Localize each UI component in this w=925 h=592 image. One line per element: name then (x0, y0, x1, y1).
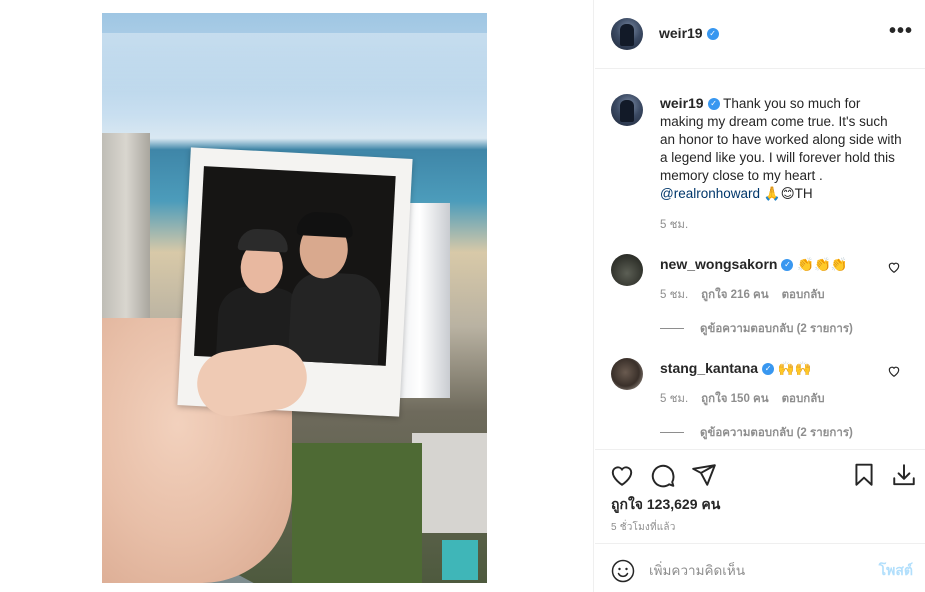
author-username-header[interactable]: weir19 ✓ (659, 25, 719, 41)
comment-time: 5 ชม. (660, 289, 689, 301)
comment-text: 🙌🙌 (777, 361, 812, 376)
add-comment-bar: โพสต์ (595, 543, 925, 592)
comment-meta: 5 ชม. ถูกใจ 150 คน ตอบกลับ (660, 390, 838, 408)
comment-text: 👏👏👏 (797, 257, 848, 272)
post-side-panel: weir19 ✓ ••• weir19 ✓ Thank you so much fo… (595, 0, 925, 592)
post-comment-button[interactable]: โพสต์ (879, 560, 913, 582)
comment-like-heart-icon[interactable] (887, 260, 901, 274)
comment-time: 5 ชม. (660, 393, 689, 405)
caption-timestamp: 5 ชม. (660, 219, 689, 231)
likes-count[interactable]: ถูกใจ 123,629 คน (611, 494, 720, 516)
bookmark-icon[interactable] (851, 462, 877, 488)
comment-body: stang_kantana ✓ 🙌🙌 (660, 360, 811, 377)
garden (292, 443, 422, 583)
commenter-username[interactable]: new_wongsakorn (660, 256, 777, 272)
replies-divider (660, 432, 684, 434)
rooftop (412, 433, 487, 533)
building-left (102, 133, 150, 333)
post-photo[interactable] (102, 13, 487, 583)
commenter-avatar[interactable] (611, 254, 643, 286)
comment-like-heart-icon[interactable] (887, 364, 901, 378)
more-options-icon[interactable]: ••• (889, 20, 913, 43)
post-time-ago: 5 ชั่วโมงที่แล้ว (611, 522, 676, 533)
person-right-hair (296, 211, 354, 238)
person-left-cap (237, 227, 289, 253)
comment-likes-link[interactable]: ถูกใจ 216 คน (701, 289, 768, 301)
caption-mention-link[interactable]: @realronhoward (660, 186, 760, 201)
replies-divider (660, 328, 684, 330)
comment-reply-button[interactable]: ตอบกลับ (782, 289, 825, 301)
polaroid-photo (193, 166, 396, 366)
view-replies-button[interactable]: ดูข้อความตอบกลับ (2 รายการ) (660, 320, 853, 338)
heart-icon[interactable] (609, 462, 635, 488)
comment-meta: 5 ชม. ถูกใจ 216 คน ตอบกลับ (660, 286, 838, 304)
smiley-icon[interactable] (611, 559, 635, 583)
view-replies-button[interactable]: ดูข้อความตอบกลับ (2 รายการ) (660, 424, 853, 442)
commenter-avatar[interactable] (611, 358, 643, 390)
caption-emoji: 🙏😊TH (763, 186, 813, 201)
sky-clouds (102, 33, 487, 93)
author-avatar[interactable] (611, 18, 643, 50)
comment-input[interactable] (649, 558, 859, 582)
comment-body: new_wongsakorn ✓ 👏👏👏 (660, 256, 848, 273)
action-bar (595, 449, 925, 497)
comment-icon[interactable] (650, 462, 676, 488)
comment-item: stang_kantana ✓ 🙌🙌 5 ชม. ถูกใจ 150 คน ตอบกล… (595, 354, 925, 454)
author-username-text[interactable]: weir19 (659, 25, 703, 41)
view-replies-label[interactable]: ดูข้อความตอบกลับ (2 รายการ) (700, 427, 853, 439)
caption-avatar[interactable] (611, 94, 643, 126)
person-right-body (287, 270, 383, 366)
commenter-username[interactable]: stang_kantana (660, 360, 758, 376)
verified-badge-icon: ✓ (706, 28, 719, 41)
comment-likes-link[interactable]: ถูกใจ 150 คน (701, 393, 768, 405)
verified-badge-icon: ✓ (781, 259, 794, 272)
comment-item: new_wongsakorn ✓ 👏👏👏 5 ชม. ถูกใจ 216 คน ตอบ… (595, 250, 925, 350)
verified-badge-icon: ✓ (707, 98, 720, 111)
post-media-pane (0, 0, 594, 592)
comment-reply-button[interactable]: ตอบกลับ (782, 393, 825, 405)
pool (442, 540, 478, 580)
caption: weir19 ✓ Thank you so much for making my … (660, 94, 905, 203)
caption-username[interactable]: weir19 (660, 95, 704, 111)
verified-badge-icon: ✓ (762, 363, 775, 376)
download-icon[interactable] (891, 462, 917, 488)
view-replies-label[interactable]: ดูข้อความตอบกลับ (2 รายการ) (700, 323, 853, 335)
share-icon[interactable] (691, 462, 717, 488)
post-header: weir19 ✓ ••• (595, 0, 925, 69)
